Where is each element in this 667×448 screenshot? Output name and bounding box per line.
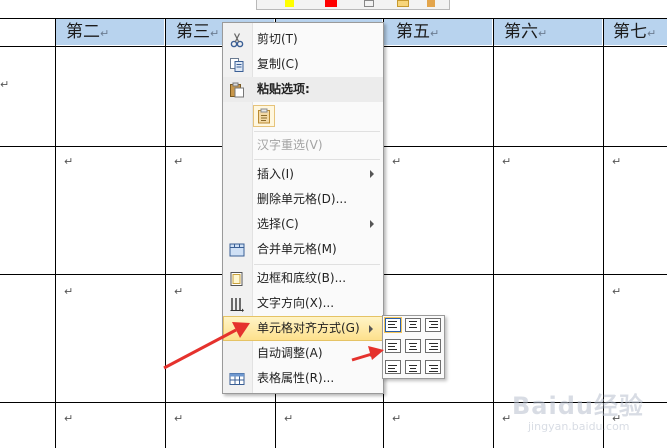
table-properties-icon bbox=[229, 373, 245, 385]
menu-separator bbox=[254, 131, 380, 132]
align-bottom-left-button[interactable] bbox=[385, 360, 401, 374]
align-bottom-right-button[interactable] bbox=[425, 360, 441, 374]
context-menu: 剪切(T) 复制(C) 粘贴选项: 汉字重选(V) 插入(I) 删除单元格(D)… bbox=[222, 22, 384, 394]
paste-keep-text-button[interactable] bbox=[253, 105, 275, 127]
cell-mark: ↵ bbox=[64, 155, 74, 168]
borders-icon bbox=[230, 272, 243, 286]
clipboard-icon bbox=[258, 108, 270, 124]
cell-mark: ↵ bbox=[0, 78, 10, 91]
baidu-jingyan-watermark: Baidu经验 jingyan.baidu.com bbox=[512, 386, 662, 444]
menu-item-label: 复制(C) bbox=[257, 57, 299, 71]
watermark-brand: Baidu经验 bbox=[512, 392, 644, 420]
align-top-center-button[interactable] bbox=[405, 318, 421, 332]
menu-item-label: 汉字重选(V) bbox=[257, 138, 323, 152]
menu-separator bbox=[254, 264, 380, 265]
cell-mark: ↵ bbox=[174, 285, 184, 298]
menu-item-table-properties[interactable]: 表格属性(R)... bbox=[223, 366, 383, 391]
text-direction-icon bbox=[230, 298, 244, 312]
menu-item-select[interactable]: 选择(C) bbox=[223, 212, 383, 237]
cell-mark: ↵ bbox=[392, 155, 402, 168]
highlight-color-icon[interactable] bbox=[285, 0, 294, 7]
menu-item-cell-alignment[interactable]: 单元格对齐方式(G) bbox=[223, 316, 383, 341]
header-label-4: 第五↵ bbox=[396, 22, 440, 42]
insert-table-icon[interactable] bbox=[397, 0, 409, 7]
scissors-icon bbox=[230, 33, 244, 48]
menu-item-insert[interactable]: 插入(I) bbox=[223, 162, 383, 187]
align-middle-center-button[interactable] bbox=[405, 339, 421, 353]
align-middle-left-button[interactable] bbox=[385, 339, 401, 353]
cell-mark: ↵ bbox=[174, 155, 184, 168]
header-label-5: 第六↵ bbox=[504, 22, 548, 42]
menu-item-label: 合并单元格(M) bbox=[257, 242, 337, 256]
menu-item-label: 粘贴选项: bbox=[257, 82, 310, 96]
cell-mark: ↵ bbox=[174, 412, 184, 425]
mini-toolbar bbox=[256, 0, 450, 10]
copy-icon bbox=[230, 58, 244, 72]
header-label-6: 第七↵ bbox=[613, 22, 657, 42]
cell-mark: ↵ bbox=[612, 285, 622, 298]
header-label-2: 第三↵ bbox=[176, 22, 220, 42]
cell-mark: ↵ bbox=[612, 155, 622, 168]
font-color-icon[interactable] bbox=[325, 0, 337, 7]
submenu-arrow-icon bbox=[370, 220, 374, 228]
format-painter-icon[interactable] bbox=[364, 0, 374, 7]
paste-icon bbox=[230, 82, 244, 98]
submenu-arrow-icon bbox=[370, 170, 374, 178]
menu-item-label: 表格属性(R)... bbox=[257, 371, 335, 385]
menu-item-label: 文字方向(X)... bbox=[257, 296, 335, 310]
menu-item-label: 单元格对齐方式(G) bbox=[257, 321, 360, 335]
menu-item-text-direction[interactable]: 文字方向(X)... bbox=[223, 291, 383, 316]
menu-item-cut[interactable]: 剪切(T) bbox=[223, 27, 383, 52]
styles-icon[interactable] bbox=[427, 0, 435, 7]
menu-item-label: 选择(C) bbox=[257, 217, 299, 231]
cell-alignment-submenu bbox=[382, 315, 445, 379]
menu-item-label: 自动调整(A) bbox=[257, 346, 323, 360]
submenu-arrow-icon bbox=[370, 349, 374, 357]
cell-mark: ↵ bbox=[502, 412, 512, 425]
align-top-right-button[interactable] bbox=[425, 318, 441, 332]
menu-item-borders-shading[interactable]: 边框和底纹(B)... bbox=[223, 266, 383, 291]
menu-item-reconvert: 汉字重选(V) bbox=[223, 133, 383, 158]
menu-item-label: 删除单元格(D)... bbox=[257, 192, 348, 206]
menu-item-delete-cells[interactable]: 删除单元格(D)... bbox=[223, 187, 383, 212]
menu-item-merge-cells[interactable]: 合并单元格(M) bbox=[223, 237, 383, 262]
header-label-1: 第二↵ bbox=[66, 22, 110, 42]
menu-item-autofit[interactable]: 自动调整(A) bbox=[223, 341, 383, 366]
cell-mark: ↵ bbox=[64, 412, 74, 425]
cell-mark: ↵ bbox=[502, 155, 512, 168]
menu-item-label: 边框和底纹(B)... bbox=[257, 271, 347, 285]
cell-mark: ↵ bbox=[64, 285, 74, 298]
align-bottom-center-button[interactable] bbox=[405, 360, 421, 374]
menu-item-label: 插入(I) bbox=[257, 167, 294, 181]
align-top-left-button[interactable] bbox=[385, 318, 401, 332]
menu-item-paste-options: 粘贴选项: bbox=[223, 77, 383, 102]
menu-item-copy[interactable]: 复制(C) bbox=[223, 52, 383, 77]
cell-mark: ↵ bbox=[284, 412, 294, 425]
menu-separator bbox=[254, 159, 380, 160]
document-page: 第二↵ 第三↵ 第五↵ 第六↵ 第七↵ ↵ ↵ ↵ ↵ ↵ ↵ ↵ ↵ ↵ ↵ … bbox=[0, 0, 667, 448]
menu-item-label: 剪切(T) bbox=[257, 32, 298, 46]
submenu-arrow-icon bbox=[369, 325, 373, 333]
merge-cells-icon bbox=[229, 243, 245, 257]
watermark-url: jingyan.baidu.com bbox=[528, 420, 630, 433]
align-middle-right-button[interactable] bbox=[425, 339, 441, 353]
cell-mark: ↵ bbox=[392, 412, 402, 425]
